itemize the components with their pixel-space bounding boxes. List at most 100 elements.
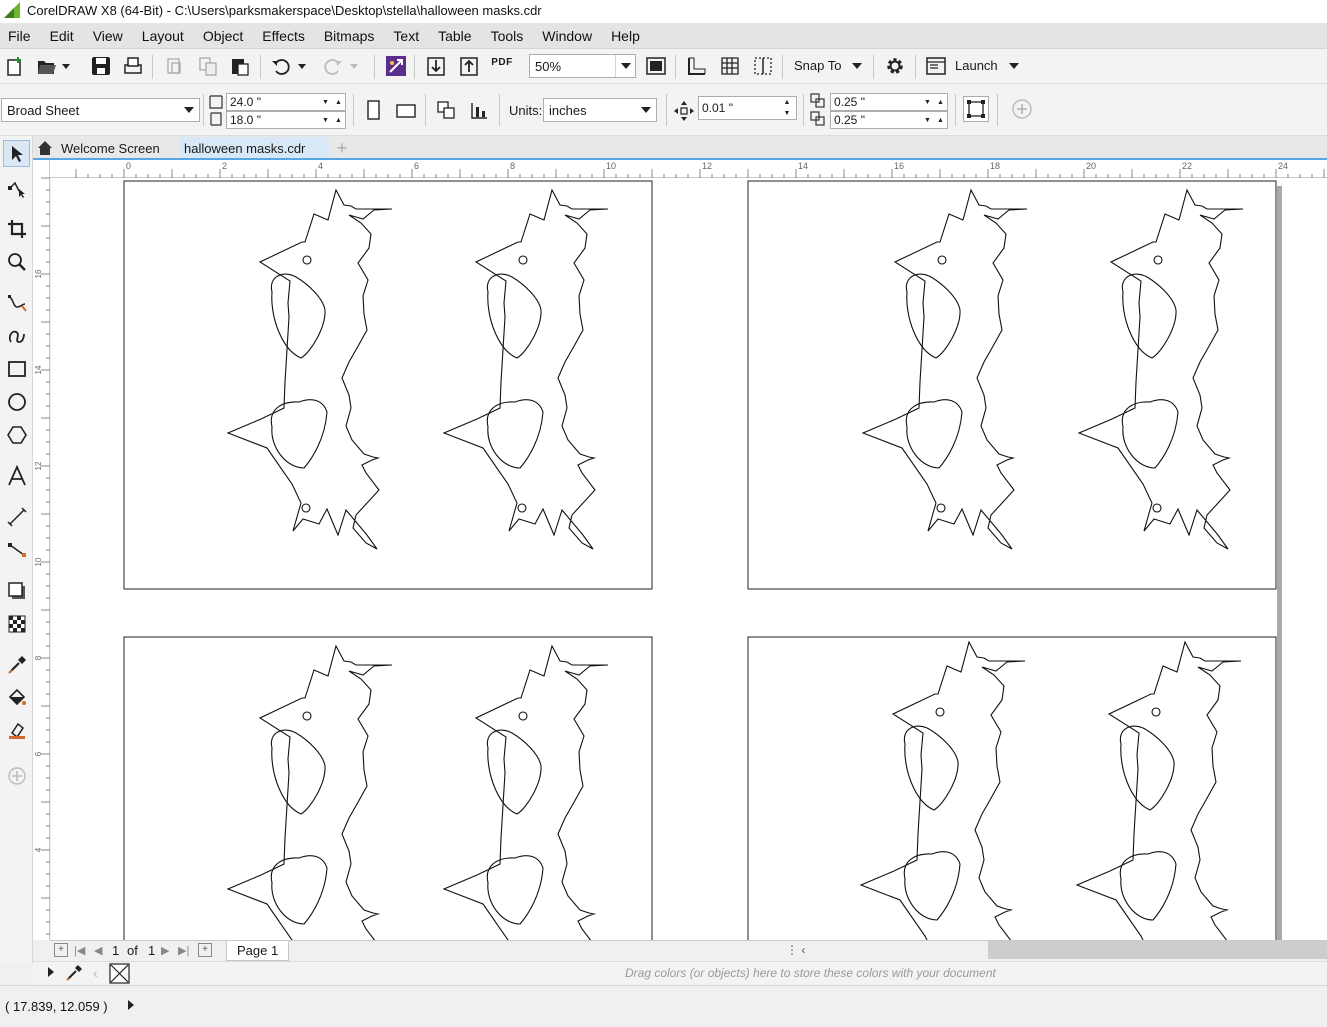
all-pages-button[interactable] <box>433 97 459 123</box>
spin-up-icon[interactable]: ▲ <box>332 112 345 128</box>
spin-down-icon[interactable]: ▼ <box>319 94 332 110</box>
current-page-number[interactable]: 1 <box>112 943 119 958</box>
portrait-button[interactable] <box>360 97 386 123</box>
spin-down-icon[interactable]: ▼ <box>921 94 934 110</box>
transparency-tool[interactable] <box>3 610 30 637</box>
show-rulers-button[interactable] <box>684 53 710 79</box>
smart-fill-tool[interactable] <box>3 717 30 744</box>
options-button[interactable] <box>882 53 908 79</box>
zoom-tool[interactable] <box>3 248 30 275</box>
interactive-fill-tool[interactable] <box>3 684 30 711</box>
menu-tools[interactable]: Tools <box>491 28 524 44</box>
customize-toolbox-button[interactable] <box>3 762 30 789</box>
text-tool[interactable] <box>3 462 30 489</box>
zoom-level-combo[interactable]: 50% <box>529 54 636 78</box>
page-height-field[interactable]: 18.0 " ▼ ▲ <box>226 111 346 129</box>
last-page-button[interactable]: ▶| <box>178 944 189 957</box>
show-guidelines-button[interactable] <box>750 53 776 79</box>
document-page[interactable] <box>51 178 1327 940</box>
ellipse-tool[interactable] <box>3 388 30 415</box>
redo-button[interactable] <box>320 53 346 79</box>
palette-scroll-left-icon[interactable]: ‹ <box>93 965 98 981</box>
scroll-left-button[interactable]: ⋮ ‹ <box>786 943 805 957</box>
menu-layout[interactable]: Layout <box>142 28 184 44</box>
tab-welcome-screen[interactable]: Welcome Screen <box>37 137 179 159</box>
tab-halloween-masks[interactable]: halloween masks.cdr <box>179 137 329 159</box>
no-color-swatch[interactable] <box>109 963 130 984</box>
rectangle-tool[interactable] <box>3 355 30 382</box>
spin-down-icon[interactable]: ▼ <box>319 112 332 128</box>
landscape-button[interactable] <box>393 97 419 123</box>
new-tab-button[interactable]: + <box>332 137 352 159</box>
menu-window[interactable]: Window <box>542 28 592 44</box>
new-document-button[interactable] <box>2 53 28 79</box>
full-screen-preview-button[interactable] <box>643 53 669 79</box>
menu-file[interactable]: File <box>8 28 31 44</box>
menu-table[interactable]: Table <box>438 28 471 44</box>
menu-help[interactable]: Help <box>611 28 640 44</box>
spin-up-icon[interactable]: ▲ <box>332 94 345 110</box>
palette-expand-icon[interactable] <box>48 967 54 977</box>
drop-shadow-tool[interactable] <box>3 577 30 604</box>
undo-dropdown[interactable] <box>294 53 310 79</box>
spin-down-icon[interactable]: ▼ <box>921 112 934 128</box>
launch-button[interactable] <box>923 53 949 79</box>
print-button[interactable] <box>120 53 146 79</box>
color-eyedropper-tool[interactable] <box>3 651 30 678</box>
horizontal-scrollbar-thumb[interactable] <box>988 941 1327 959</box>
menu-bitmaps[interactable]: Bitmaps <box>324 28 375 44</box>
status-expand-icon[interactable] <box>128 1000 134 1010</box>
page-tab-1[interactable]: Page 1 <box>226 941 290 961</box>
crop-tool[interactable] <box>3 215 30 242</box>
page-width-field[interactable]: 24.0 " ▼ ▲ <box>226 93 346 111</box>
snap-to-dropdown[interactable]: Snap To <box>794 58 841 73</box>
duplicate-y-field[interactable]: 0.25 " ▼ ▲ <box>830 111 948 129</box>
add-page-before-button[interactable]: + <box>54 943 68 957</box>
pick-tool[interactable] <box>3 140 30 167</box>
polygon-tool[interactable] <box>3 421 30 448</box>
open-recent-dropdown[interactable] <box>58 53 74 79</box>
units-combo[interactable]: inches <box>543 98 657 122</box>
duplicate-x-field[interactable]: 0.25 " ▼ ▲ <box>830 93 948 111</box>
spin-up-icon[interactable]: ▲ <box>934 94 947 110</box>
treat-as-filled-button[interactable] <box>963 96 989 122</box>
units-dropdown-arrow[interactable] <box>636 99 656 121</box>
launch-label[interactable]: Launch <box>955 58 998 73</box>
page-size-dropdown-arrow[interactable] <box>179 99 199 121</box>
save-button[interactable] <box>88 53 114 79</box>
spin-up-icon[interactable]: ▲ <box>934 112 947 128</box>
launch-dropdown-arrow[interactable] <box>1006 53 1022 79</box>
artistic-media-tool[interactable] <box>3 322 30 349</box>
search-content-button[interactable] <box>383 53 409 79</box>
drawing-canvas[interactable] <box>51 178 1327 940</box>
export-button[interactable] <box>456 53 482 79</box>
shape-tool[interactable] <box>3 174 30 201</box>
menu-edit[interactable]: Edit <box>50 28 74 44</box>
add-page-after-button[interactable]: + <box>198 943 212 957</box>
paste-button[interactable] <box>227 53 253 79</box>
undo-button[interactable] <box>268 53 294 79</box>
nudge-distance-field[interactable]: 0.01 " ▲ ▼ <box>698 96 797 120</box>
connector-tool[interactable] <box>3 536 30 563</box>
vertical-ruler[interactable]: 16 14 12 10 8 6 4 <box>33 160 50 940</box>
zoom-dropdown-arrow[interactable] <box>615 55 635 77</box>
page-size-combo[interactable]: Broad Sheet <box>1 98 200 122</box>
menu-view[interactable]: View <box>93 28 123 44</box>
cut-button[interactable] <box>162 53 188 79</box>
redo-dropdown[interactable] <box>346 53 362 79</box>
menu-object[interactable]: Object <box>203 28 243 44</box>
first-page-button[interactable]: |◀ <box>74 944 85 957</box>
publish-pdf-button[interactable]: PDF <box>489 53 515 79</box>
open-button[interactable] <box>34 53 60 79</box>
quick-customize-button[interactable] <box>1009 96 1035 122</box>
copy-button[interactable] <box>195 53 221 79</box>
show-grid-button[interactable] <box>717 53 743 79</box>
horizontal-ruler[interactable]: 0 2 4 6 8 10 12 14 16 18 20 22 24 <box>50 160 1327 178</box>
eyedropper-icon[interactable] <box>65 964 83 982</box>
freehand-tool[interactable] <box>3 289 30 316</box>
previous-page-button[interactable]: ◀ <box>94 944 102 957</box>
next-page-button[interactable]: ▶ <box>161 944 169 957</box>
menu-effects[interactable]: Effects <box>262 28 305 44</box>
spin-down-icon[interactable]: ▼ <box>778 108 796 119</box>
menu-text[interactable]: Text <box>393 28 419 44</box>
